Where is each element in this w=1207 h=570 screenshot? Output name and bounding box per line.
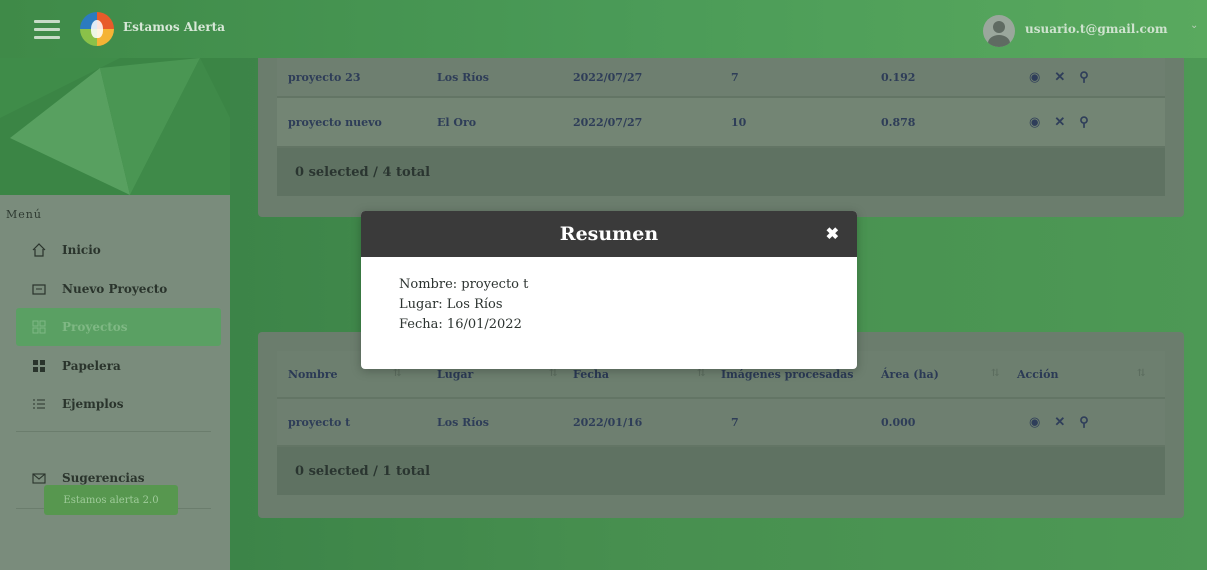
header-area[interactable]: Área (ha) [881,351,939,397]
row-actions: ◉ ✕ ⚲ [1029,399,1089,445]
version-button[interactable]: Estamos alerta 2.0 [44,485,178,515]
sidebar-item-label: Papelera [62,359,121,373]
app-title: Estamos Alerta [123,20,225,34]
modal-header: Resumen ✖ [361,211,857,257]
cell-fecha: 2022/01/16 [573,415,643,429]
sidebar-item-proyectos[interactable]: Proyectos [16,308,221,346]
menu-heading: Menú [6,208,42,221]
summary-name: Nombre: proyecto t [399,277,529,292]
x-icon[interactable]: ✕ [1054,70,1065,85]
top-bar: Estamos Alerta usuario.t@gmail.com ⌄ [0,0,1207,58]
table-row[interactable]: proyecto t Los Ríos 2022/01/16 7 0.000 ◉… [277,399,1165,445]
list-icon [32,397,46,411]
summary-modal: Resumen ✖ Nombre: proyecto t Lugar: Los … [361,211,857,369]
cell-fecha: 2022/07/27 [573,115,643,129]
cell-nombre: proyecto 23 [288,70,361,84]
cell-lugar: Los Ríos [437,70,489,84]
cell-imagenes: 10 [731,115,747,129]
selection-summary: 0 selected / 4 total [277,148,1165,196]
header-nombre[interactable]: Nombre [288,351,338,397]
cell-area: 0.000 [881,415,916,429]
cell-nombre: proyecto t [288,415,351,429]
mail-icon [32,471,46,485]
modal-body: Nombre: proyecto t Lugar: Los Ríos Fecha… [361,257,857,353]
eye-icon[interactable]: ◉ [1029,70,1040,85]
table-row[interactable]: proyecto nuevo El Oro 2022/07/27 10 0.87… [277,98,1165,146]
sort-icon[interactable]: ⇅ [549,368,557,379]
sort-icon[interactable]: ⇅ [991,368,999,379]
sidebar-item-nuevo-proyecto[interactable]: Nuevo Proyecto [16,270,221,308]
eye-icon[interactable]: ◉ [1029,115,1040,130]
sidebar-banner [0,58,230,195]
app-logo [80,12,114,46]
home-icon [32,243,46,257]
close-icon[interactable]: ✖ [826,224,839,243]
header-accion: Acción [1017,367,1059,381]
sidebar-item-inicio[interactable]: Inicio [16,231,221,269]
cell-area: 0.192 [881,70,916,84]
cell-area: 0.878 [881,115,916,129]
signpost-icon[interactable]: ⚲ [1079,70,1089,85]
user-email[interactable]: usuario.t@gmail.com [1025,22,1168,36]
sidebar-item-label: Nuevo Proyecto [62,282,168,296]
trash-grid-icon [32,359,46,373]
user-avatar[interactable] [983,15,1015,47]
x-icon[interactable]: ✕ [1054,415,1065,430]
sidebar-item-label: Sugerencias [62,471,145,485]
sidebar-item-label: Ejemplos [62,397,124,411]
chevron-down-icon[interactable]: ⌄ [1190,20,1198,31]
cell-fecha: 2022/07/27 [573,70,643,84]
summary-place: Lugar: Los Ríos [399,297,503,312]
signpost-icon[interactable]: ⚲ [1079,415,1089,430]
sidebar-item-ejemplos[interactable]: Ejemplos [16,385,221,423]
sort-icon[interactable]: ⇅ [697,368,705,379]
modal-title: Resumen [559,223,659,245]
sidebar-item-label: Inicio [62,243,101,257]
sidebar-divider [16,431,211,432]
eye-icon[interactable]: ◉ [1029,415,1040,430]
sort-icon[interactable]: ⇅ [1137,368,1145,379]
folder-icon [32,282,46,296]
selection-summary: 0 selected / 1 total [277,447,1165,495]
summary-date: Fecha: 16/01/2022 [399,317,522,332]
signpost-icon[interactable]: ⚲ [1079,115,1089,130]
sort-icon[interactable]: ⇅ [393,368,401,379]
cell-nombre: proyecto nuevo [288,115,382,129]
row-actions: ◉ ✕ ⚲ [1029,98,1089,146]
x-icon[interactable]: ✕ [1054,115,1065,130]
cell-lugar: El Oro [437,115,477,129]
table-row[interactable]: proyecto 23 Los Ríos 2022/07/27 7 0.192 … [277,58,1165,96]
sidebar-item-papelera[interactable]: Papelera [16,347,221,385]
menu-toggle-icon[interactable] [34,20,60,40]
cell-imagenes: 7 [731,415,739,429]
sidebar-item-label: Proyectos [62,320,128,334]
cell-lugar: Los Ríos [437,415,489,429]
grid-icon [32,320,46,334]
row-actions: ◉ ✕ ⚲ [1029,58,1089,96]
cell-imagenes: 7 [731,70,739,84]
